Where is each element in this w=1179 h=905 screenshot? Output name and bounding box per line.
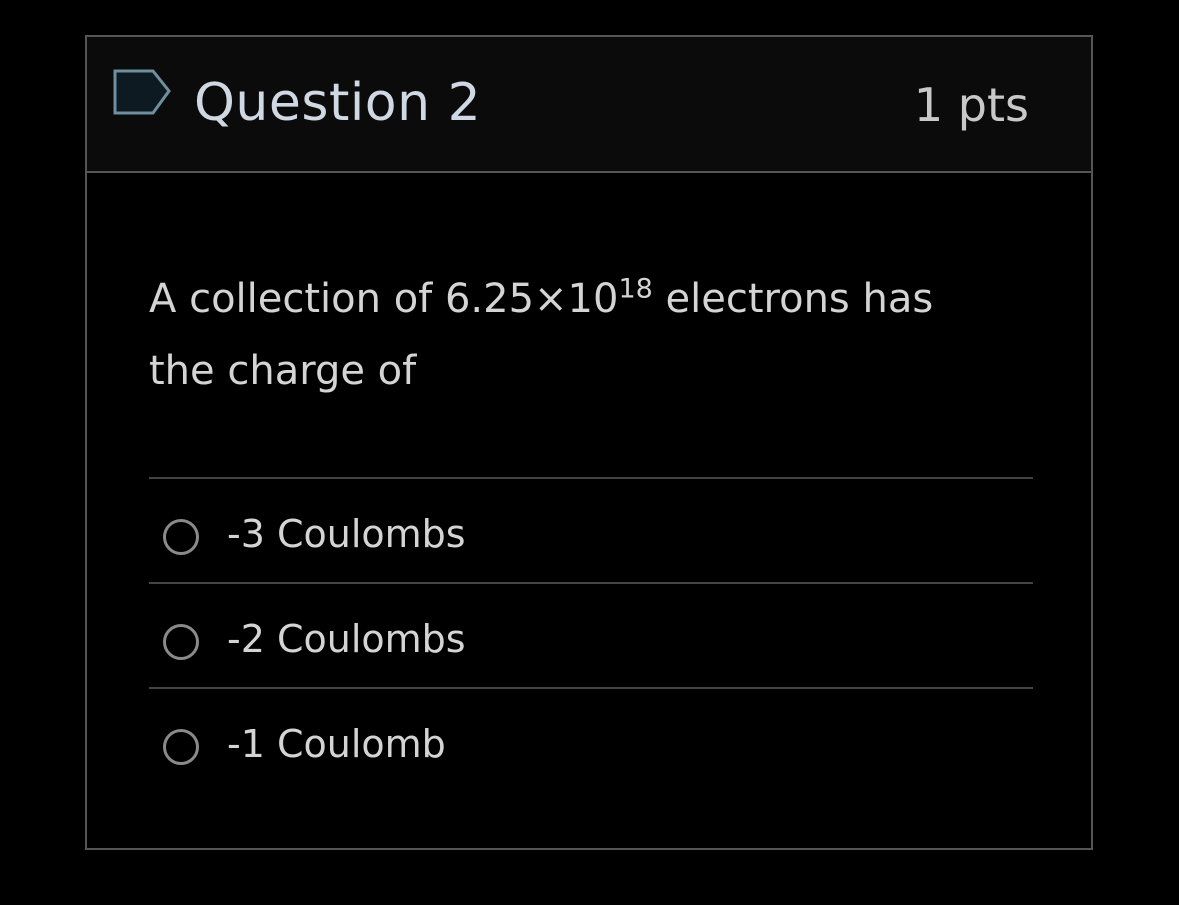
radio-button[interactable] (163, 519, 199, 555)
answer-option[interactable]: -1 Coulomb (149, 687, 1033, 792)
answer-label: -1 Coulomb (227, 722, 446, 766)
question-text-exponent: 18 (618, 273, 653, 305)
flag-icon[interactable] (111, 67, 173, 119)
question-points: 1 pts (913, 78, 1029, 132)
question-text-before: A collection of 6.25×10 (149, 276, 619, 322)
answer-label: -2 Coulombs (227, 617, 466, 661)
question-card: Question 2 1 pts A collection of 6.25×10… (85, 35, 1093, 850)
question-title: Question 2 (194, 73, 482, 133)
radio-button[interactable] (163, 729, 199, 765)
answer-option[interactable]: -2 Coulombs (149, 582, 1033, 687)
radio-button[interactable] (163, 624, 199, 660)
question-header: Question 2 1 pts (87, 37, 1091, 173)
answer-option[interactable]: -3 Coulombs (149, 477, 1033, 582)
answer-label: -3 Coulombs (227, 512, 466, 556)
question-text: A collection of 6.25×1018 electrons has … (149, 263, 1009, 407)
answer-list: -3 Coulombs -2 Coulombs -1 Coulomb (149, 477, 1033, 792)
